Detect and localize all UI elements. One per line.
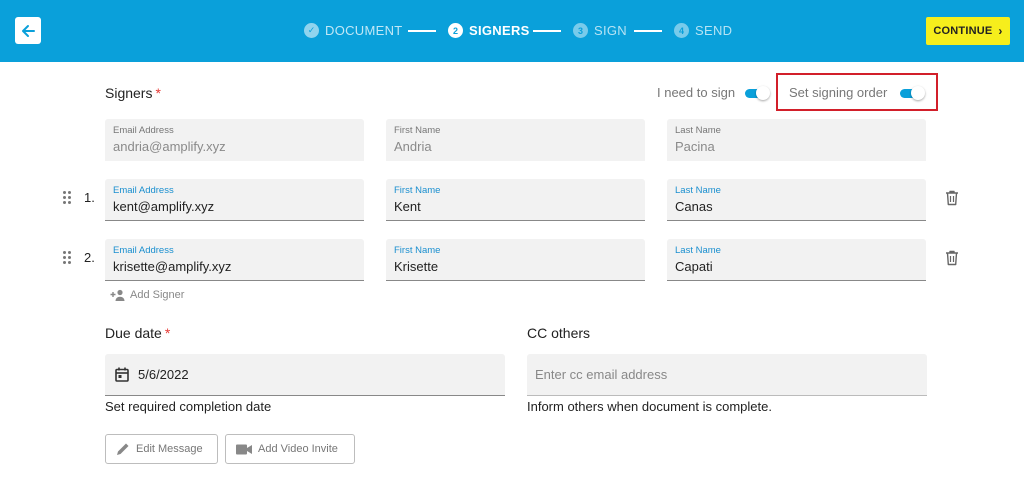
due-date-value: 5/6/2022 xyxy=(138,367,189,382)
field-value: Kent xyxy=(394,199,421,214)
step-label: DOCUMENT xyxy=(325,23,403,38)
step-number: 2 xyxy=(448,23,463,38)
video-camera-icon xyxy=(236,444,252,454)
field-label: Email Address xyxy=(113,125,174,136)
required-mark: * xyxy=(155,85,161,101)
field-label: Last Name xyxy=(675,185,721,196)
pencil-icon xyxy=(117,443,129,455)
signer-2-first-name-field[interactable]: First Name Krisette xyxy=(386,239,645,281)
drag-handle-icon[interactable] xyxy=(63,251,73,265)
signer-number: 1. xyxy=(84,190,95,205)
edit-message-label: Edit Message xyxy=(136,443,203,455)
step-label: SIGN xyxy=(594,23,627,38)
due-date-helper: Set required completion date xyxy=(105,399,272,414)
step-send[interactable]: 4 SEND xyxy=(674,22,732,39)
due-date-heading: Due date * xyxy=(105,325,170,341)
add-signer-label: Add Signer xyxy=(130,289,185,301)
add-person-icon xyxy=(110,289,125,301)
field-value: Krisette xyxy=(394,259,439,274)
toggle-knob xyxy=(911,86,925,100)
step-signers[interactable]: 2 SIGNERS xyxy=(448,22,530,39)
chevron-right-icon: › xyxy=(998,24,1003,38)
add-video-invite-button[interactable]: Add Video Invite xyxy=(225,434,355,464)
signers-heading: Signers * xyxy=(105,85,161,101)
toggle-knob xyxy=(756,86,770,100)
field-label: First Name xyxy=(394,125,441,136)
signer-1-first-name-field[interactable]: First Name Kent xyxy=(386,179,645,221)
step-number: 3 xyxy=(573,23,588,38)
cc-helper: Inform others when document is complete. xyxy=(527,399,772,414)
step-connector xyxy=(533,30,561,32)
required-mark: * xyxy=(164,325,171,341)
due-date-title: Due date xyxy=(105,325,162,341)
add-signer-button[interactable]: Add Signer xyxy=(110,289,184,301)
owner-last-name-field: Last Name Pacina xyxy=(667,119,926,161)
field-label: Last Name xyxy=(675,125,721,136)
add-video-label: Add Video Invite xyxy=(258,443,338,455)
field-value: kent@amplify.xyz xyxy=(113,199,215,214)
field-value: Capati xyxy=(675,259,713,274)
calendar-icon xyxy=(115,367,129,382)
cc-field[interactable] xyxy=(527,354,927,396)
signer-1-email-field[interactable]: Email Address kent@amplify.xyz xyxy=(105,179,364,221)
field-label: Email Address xyxy=(113,185,174,196)
signer-1-last-name-field[interactable]: Last Name Canas xyxy=(667,179,926,221)
owner-first-name-field: First Name Andria xyxy=(386,119,645,161)
signing-order-toggle[interactable] xyxy=(900,86,925,100)
step-connector xyxy=(408,30,436,32)
field-value: andria@amplify.xyz xyxy=(113,139,226,154)
field-value: Andria xyxy=(394,139,432,154)
step-label: SEND xyxy=(695,23,733,38)
step-connector xyxy=(634,30,662,32)
step-number: 4 xyxy=(674,23,689,38)
field-value: krisette@amplify.xyz xyxy=(113,259,232,274)
step-sign[interactable]: 3 SIGN xyxy=(573,22,627,39)
trash-icon[interactable] xyxy=(945,250,959,266)
field-label: First Name xyxy=(394,245,441,256)
drag-handle-icon[interactable] xyxy=(63,191,73,205)
field-value: Canas xyxy=(675,199,713,214)
edit-message-button[interactable]: Edit Message xyxy=(105,434,218,464)
signers-title: Signers xyxy=(105,85,153,101)
i-need-to-sign-label: I need to sign xyxy=(657,85,736,100)
field-value: Pacina xyxy=(675,139,715,154)
cc-heading: CC others xyxy=(527,325,591,341)
due-date-field[interactable]: 5/6/2022 xyxy=(105,354,505,396)
check-icon: ✓ xyxy=(304,23,319,38)
step-document[interactable]: ✓ DOCUMENT xyxy=(304,22,403,39)
signing-order-label: Set signing order xyxy=(789,85,888,100)
step-label: SIGNERS xyxy=(469,23,530,38)
field-label: First Name xyxy=(394,185,441,196)
cc-email-input[interactable] xyxy=(527,354,927,395)
continue-label: CONTINUE xyxy=(933,25,993,37)
signer-2-last-name-field[interactable]: Last Name Capati xyxy=(667,239,926,281)
owner-email-field: Email Address andria@amplify.xyz xyxy=(105,119,364,161)
continue-button[interactable]: CONTINUE › xyxy=(926,17,1010,45)
field-label: Last Name xyxy=(675,245,721,256)
signer-number: 2. xyxy=(84,250,95,265)
signer-2-email-field[interactable]: Email Address krisette@amplify.xyz xyxy=(105,239,364,281)
top-bar: ✓ DOCUMENT 2 SIGNERS 3 SIGN 4 SEND CONTI… xyxy=(0,0,1024,62)
i-need-to-sign-toggle[interactable] xyxy=(745,86,770,100)
trash-icon[interactable] xyxy=(945,190,959,206)
field-label: Email Address xyxy=(113,245,174,256)
stepper: ✓ DOCUMENT 2 SIGNERS 3 SIGN 4 SEND xyxy=(0,0,1024,62)
